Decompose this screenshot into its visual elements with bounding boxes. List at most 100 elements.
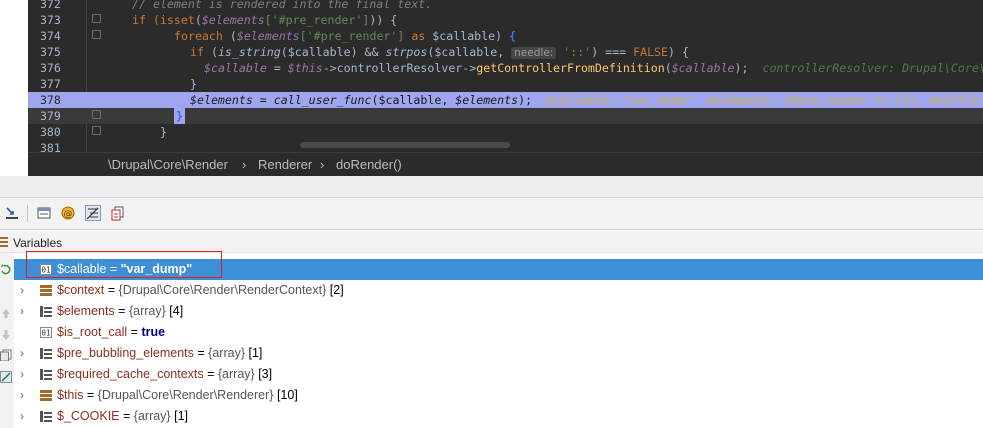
- expand-arrow-icon[interactable]: ›: [20, 406, 30, 427]
- code-line-378-current[interactable]: 378 $elements = call_user_func($callable…: [28, 92, 983, 108]
- watch-icon[interactable]: @: [60, 205, 76, 221]
- breadcrumb-method[interactable]: doRender(): [336, 157, 402, 172]
- expand-arrow-icon[interactable]: ›: [20, 364, 30, 385]
- variable-row-cookie[interactable]: › $_COOKIE = {array} [1]: [14, 406, 983, 427]
- code-line-372[interactable]: 372 // element is rendered into the fina…: [28, 0, 983, 12]
- code-token: {: [509, 29, 517, 43]
- code-token: FALSE: [633, 45, 669, 59]
- code-comment: // element is rendered into the final te…: [132, 0, 433, 11]
- variable-row-context[interactable]: › $context = {Drupal\Core\Render\RenderC…: [14, 280, 983, 301]
- frames-icon[interactable]: [36, 205, 52, 221]
- expand-arrow-icon[interactable]: ›: [20, 385, 30, 406]
- line-number: 377: [40, 77, 61, 91]
- variable-row-elements[interactable]: › $elements = {array} [4]: [14, 301, 983, 322]
- variable-equals: =: [127, 325, 142, 339]
- breadcrumb-separator: ›: [242, 157, 247, 172]
- line-number: 372: [40, 0, 61, 11]
- expand-arrow-icon[interactable]: ›: [20, 301, 30, 322]
- code-token: $callable: [432, 29, 496, 43]
- object-icon: [40, 390, 52, 401]
- variable-text: $required_cache_contexts = {array} [3]: [57, 364, 272, 385]
- code-token: );: [734, 61, 749, 75]
- variable-row-this[interactable]: › $this = {Drupal\Core\Render\Renderer} …: [14, 385, 983, 406]
- code-token: ,: [497, 45, 512, 59]
- code-token: call_user_func: [273, 93, 372, 107]
- fold-marker[interactable]: [92, 30, 101, 39]
- code-line-375[interactable]: 375 if (is_string($callable) && strpos($…: [28, 44, 983, 60]
- code-token: (: [664, 61, 672, 75]
- inline-debug-hint: controllerResolver: Drupal\Core\Controll…: [762, 61, 983, 75]
- variable-type: {array}: [133, 409, 171, 423]
- expand-arrow-icon[interactable]: ›: [20, 280, 30, 301]
- variable-text: $context = {Drupal\Core\Render\RenderCon…: [57, 280, 344, 301]
- code-token: ->controllerResolver->: [322, 61, 477, 75]
- code-line-374[interactable]: 374 foreach ($elements['#pre_render'] as…: [28, 28, 983, 44]
- variable-equals: =: [203, 367, 218, 381]
- code-token: )) {: [369, 13, 398, 27]
- variable-type: {array}: [208, 346, 246, 360]
- code-token: if: [190, 45, 204, 59]
- line-number: 380: [40, 125, 61, 139]
- variable-row-required-cache-contexts[interactable]: › $required_cache_contexts = {array} [3]: [14, 364, 983, 385]
- code-token: is_string: [217, 45, 281, 59]
- variable-text: $elements = {array} [4]: [57, 301, 183, 322]
- debug-toolbar: @: [0, 198, 983, 230]
- variable-equals: =: [119, 409, 134, 423]
- variable-name: $pre_bubbling_elements: [57, 346, 194, 360]
- fold-marker[interactable]: [92, 14, 101, 23]
- variable-type: {array}: [217, 367, 255, 381]
- code-token: ['#pre_render']: [264, 13, 370, 27]
- variables-panel-title: Variables: [13, 236, 63, 250]
- code-token: $callable: [204, 61, 267, 75]
- variable-name: $is_root_call: [57, 325, 128, 339]
- arrow-down-icon[interactable]: [0, 329, 12, 341]
- expand-arrow-icon[interactable]: ›: [20, 343, 30, 364]
- copy-value-icon[interactable]: [110, 205, 126, 221]
- variable-name: $required_cache_contexts: [57, 367, 204, 381]
- variable-text: $pre_bubbling_elements = {array} [1]: [57, 343, 262, 364]
- horizontal-scrollbar[interactable]: [300, 142, 510, 148]
- array-icon: [40, 369, 52, 380]
- variable-count: [1]: [174, 409, 189, 423]
- code-text: if (isset($elements['#pre_render'])) {: [132, 12, 397, 28]
- line-number: 378: [40, 93, 61, 107]
- variable-equals: =: [83, 388, 98, 402]
- variable-row-pre-bubbling-elements[interactable]: › $pre_bubbling_elements = {array} [1]: [14, 343, 983, 364]
- variable-equals: =: [114, 304, 129, 318]
- variable-name: $_COOKIE: [57, 409, 120, 423]
- code-token: (: [222, 29, 237, 43]
- code-text: }: [160, 125, 167, 139]
- code-line-380[interactable]: 380 }: [28, 124, 983, 140]
- arrow-up-icon[interactable]: [0, 307, 12, 319]
- code-line-377[interactable]: 377 }: [28, 76, 983, 92]
- copy-stack-icon[interactable]: [0, 349, 12, 361]
- code-token: $elements: [236, 29, 300, 43]
- code-editor[interactable]: 372 // element is rendered into the fina…: [0, 0, 983, 152]
- code-line-373[interactable]: 373 if (isset($elements['#pre_render']))…: [28, 12, 983, 28]
- variable-row-is-root-call[interactable]: 01 $is_root_call = true: [14, 322, 983, 343]
- code-token: ): [495, 29, 510, 43]
- line-number: 374: [40, 29, 61, 43]
- variables-panel-header: Variables: [0, 231, 983, 253]
- code-token: $callable: [671, 61, 735, 75]
- variable-type: {Drupal\Core\Render\RenderContext}: [118, 283, 327, 297]
- breadcrumb-class[interactable]: Renderer: [258, 157, 312, 172]
- code-text: $callable = $this->controllerResolver->g…: [204, 60, 983, 76]
- parameter-hint: needle:: [511, 47, 557, 59]
- breadcrumb-namespace[interactable]: \Drupal\Core\Render: [108, 157, 228, 172]
- fold-marker[interactable]: [92, 110, 101, 119]
- code-token: (: [194, 13, 202, 27]
- step-into-icon[interactable]: [4, 205, 20, 221]
- variables-view-icon[interactable]: [85, 205, 101, 221]
- fold-marker[interactable]: [92, 126, 101, 135]
- breadcrumb-separator: ›: [320, 157, 325, 172]
- code-token: foreach: [174, 29, 223, 43]
- code-line-379[interactable]: 379 }: [28, 108, 983, 124]
- code-token: ) ===: [591, 45, 634, 59]
- rerun-icon[interactable]: [0, 263, 12, 275]
- settings-edit-icon[interactable]: [0, 371, 12, 383]
- code-text: if (is_string($callable) && strpos($call…: [190, 44, 689, 61]
- code-token: ) {: [668, 45, 689, 59]
- code-line-376[interactable]: 376 $callable = $this->controllerResolve…: [28, 60, 983, 76]
